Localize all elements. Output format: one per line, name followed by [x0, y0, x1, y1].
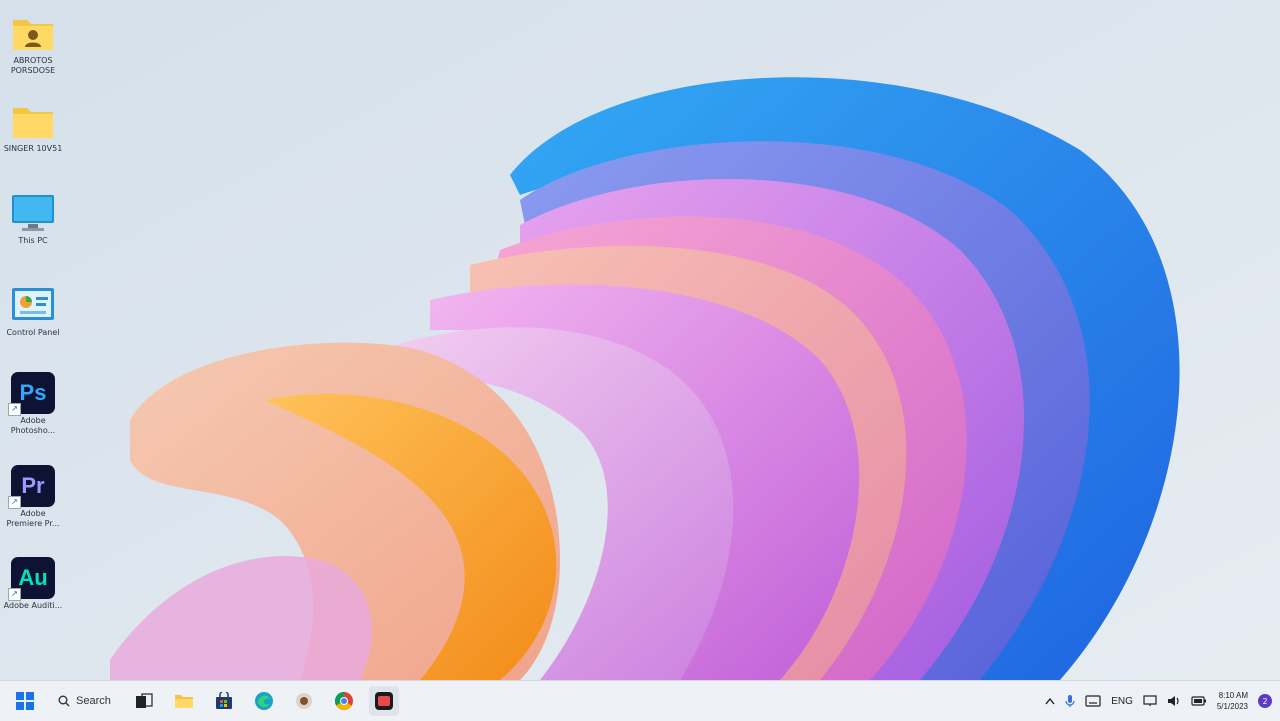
desktop-icon-control-panel[interactable]: Control Panel [2, 284, 64, 338]
taskbar-apps: Search [10, 681, 399, 721]
search-icon [58, 695, 70, 707]
control-panel-icon [10, 284, 56, 326]
network-icon[interactable] [1143, 695, 1157, 707]
media-app-button[interactable] [289, 686, 319, 716]
desktop-icon-label: Control Panel [6, 328, 60, 337]
desktop-wallpaper [0, 0, 1280, 680]
file-explorer-button[interactable] [169, 686, 199, 716]
chrome-icon [334, 692, 353, 711]
video-app-icon [374, 692, 393, 710]
media-app-icon [295, 693, 312, 709]
chrome-button[interactable] [329, 686, 359, 716]
start-button[interactable] [10, 686, 40, 716]
task-view-icon [135, 693, 153, 708]
language-indicator[interactable]: ENG [1111, 696, 1133, 707]
search-label: Search [76, 695, 111, 707]
desktop-icon-user-folder[interactable]: ABROTOS PORSDOSE [2, 12, 64, 76]
microsoft-store-button[interactable] [209, 686, 239, 716]
microphone-icon[interactable] [1065, 694, 1075, 708]
photoshop-icon: Ps ↗ [8, 372, 56, 416]
desktop-icon-label: This PC [18, 236, 48, 245]
desktop-icon-label: ABROTOS PORSDOSE [10, 56, 56, 75]
edge-browser-button[interactable] [249, 686, 279, 716]
desktop-icon-area: ABROTOS PORSDOSE SINGER 10V51 This PC Co… [0, 0, 70, 680]
shortcut-arrow-icon: ↗ [8, 496, 21, 509]
shortcut-arrow-icon: ↗ [8, 588, 21, 601]
clock[interactable]: 8:10 AM 5/1/2023 [1217, 690, 1248, 712]
notification-badge[interactable]: 2 [1258, 694, 1272, 708]
clock-date: 5/1/2023 [1216, 702, 1248, 711]
battery-icon[interactable] [1191, 696, 1207, 706]
desktop-icon-label: Adobe Auditi... [3, 601, 63, 610]
desktop-icon-label: SINGER 10V51 [3, 144, 63, 153]
edge-icon [254, 692, 273, 710]
keyboard-icon[interactable] [1085, 695, 1101, 707]
folder-icon [10, 100, 56, 142]
shortcut-arrow-icon: ↗ [8, 403, 21, 416]
file-explorer-icon [174, 695, 193, 708]
taskbar-search-button[interactable]: Search [50, 686, 119, 716]
video-app-button[interactable] [368, 686, 399, 716]
monitor-icon [10, 192, 56, 234]
desktop-icon-photoshop[interactable]: Ps ↗ Adobe Photosho... [2, 372, 64, 436]
desktop-icon-label: Adobe Photosho... [10, 416, 56, 435]
desktop-icon-folder[interactable]: SINGER 10V51 [2, 100, 64, 154]
desktop-icon-premiere[interactable]: Pr ↗ Adobe Premiere Pr... [2, 465, 64, 529]
clock-time: 8:10 AM [1218, 691, 1248, 700]
task-view-button[interactable] [129, 686, 159, 716]
desktop-icon-this-pc[interactable]: This PC [2, 192, 64, 246]
volume-icon[interactable] [1167, 695, 1181, 707]
windows-logo-icon [16, 692, 34, 710]
desktop-icon-audition[interactable]: Au ↗ Adobe Auditi... [2, 557, 64, 611]
user-folder-icon [10, 12, 56, 54]
premiere-icon: Pr ↗ [8, 465, 56, 509]
audition-icon: Au ↗ [8, 557, 56, 601]
desktop-icon-label: Adobe Premiere Pr... [6, 509, 60, 528]
chevron-up-icon[interactable] [1045, 697, 1055, 705]
system-tray: ENG 8:10 AM 5/1/2023 2 [1045, 681, 1272, 721]
taskbar: Search ENG 8:10 AM 5/1/2023 2 [0, 680, 1280, 721]
store-icon [215, 692, 232, 709]
